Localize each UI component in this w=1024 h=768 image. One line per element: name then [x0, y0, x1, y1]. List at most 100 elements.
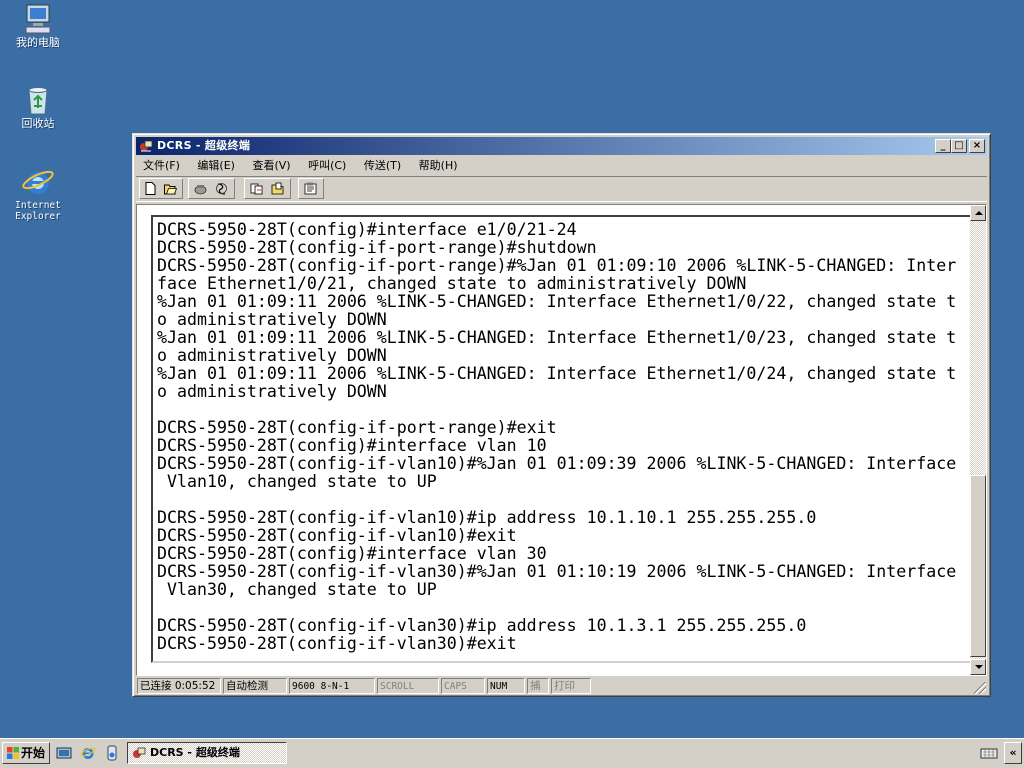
taskbar-window-label: DCRS - 超级终端 [150, 746, 240, 759]
status-detect: 自动检测 [223, 678, 287, 694]
recycle-bin-icon [21, 84, 55, 116]
keyboard-icon[interactable] [980, 742, 1000, 764]
terminal-line: DCRS-5950-28T(config-if-port-range)#%Jan… [157, 256, 957, 275]
terminal-screen[interactable]: DCRS-5950-28T(config)#interface e1/0/21-… [151, 215, 978, 663]
open-button[interactable] [162, 181, 180, 197]
hyperterminal-app-icon[interactable] [139, 139, 153, 153]
arrow-down-icon [975, 665, 983, 669]
toolbar [136, 176, 987, 202]
new-icon [145, 182, 156, 195]
call-icon [194, 185, 207, 195]
receive-button[interactable] [269, 181, 287, 197]
terminal-line: DCRS-5950-28T(config-if-vlan30)#ip addre… [157, 616, 807, 635]
window-title: DCRS - 超级终端 [157, 139, 251, 152]
terminal-line: Vlan10, changed state to UP [157, 472, 437, 491]
terminal-output[interactable]: DCRS-5950-28T(config)#interface e1/0/21-… [157, 221, 969, 657]
terminal-line: Vlan30, changed state to UP [157, 580, 437, 599]
media-icon[interactable] [104, 745, 120, 761]
disconnect-icon [216, 183, 227, 195]
toolbar-group-file [139, 178, 183, 199]
status-settings: 9600 8-N-1 [289, 678, 375, 694]
toolbar-group-properties [298, 178, 324, 199]
terminal-line: DCRS-5950-28T(config-if-vlan10)#ip addre… [157, 508, 817, 527]
menu-file[interactable]: 文件(F) [136, 156, 187, 175]
menu-view[interactable]: 查看(V) [245, 156, 297, 175]
taskbar: 开始 DCRS - 超级终端 « [0, 738, 1024, 768]
status-capture: 捕 [527, 678, 549, 694]
maximize-button[interactable]: □ [951, 139, 967, 153]
menu-help[interactable]: 帮助(H) [412, 156, 465, 175]
send-icon [250, 183, 263, 195]
maximize-icon: □ [954, 140, 964, 151]
menu-edit[interactable]: 编辑(E) [190, 156, 242, 175]
minimize-icon: _ [940, 140, 946, 151]
send-button[interactable] [248, 181, 266, 197]
status-connected: 已连接 0:05:52 [137, 678, 221, 694]
desktop-icon-internet-explorer[interactable]: Internet Explorer [0, 166, 76, 222]
start-button[interactable]: 开始 [2, 742, 50, 764]
terminal-line: o administratively DOWN [157, 310, 387, 329]
taskbar-window-button[interactable]: DCRS - 超级终端 [127, 742, 287, 764]
status-print: 打印 [551, 678, 591, 694]
start-label: 开始 [21, 746, 46, 760]
internet-explorer-icon [21, 166, 55, 198]
hyperterminal-icon [133, 747, 146, 758]
menu-transfer[interactable]: 传送(T) [357, 156, 408, 175]
tray-expand-button[interactable]: « [1004, 742, 1022, 764]
new-button[interactable] [142, 181, 160, 197]
terminal-line: DCRS-5950-28T(config-if-vlan10)#%Jan 01 … [157, 454, 957, 473]
terminal-line: DCRS-5950-28T(config)#interface vlan 30 [157, 544, 547, 563]
terminal-line: DCRS-5950-28T(config-if-port-range)#exit [157, 418, 557, 437]
terminal-line: face Ethernet1/0/21, changed state to ad… [157, 274, 747, 293]
status-bar: 已连接 0:05:52 自动检测 9600 8-N-1 SCROLL CAPS … [136, 677, 987, 695]
close-icon: × [972, 140, 982, 151]
scroll-thumb[interactable] [970, 475, 986, 657]
terminal-line: %Jan 01 01:09:11 2006 %LINK-5-CHANGED: I… [157, 364, 957, 383]
menu-bar: 文件(F) 编辑(E) 查看(V) 呼叫(C) 传送(T) 帮助(H) [136, 156, 987, 175]
desktop-icon-label: 回收站 [21, 117, 55, 130]
close-button[interactable]: × [969, 139, 985, 153]
terminal-line: %Jan 01 01:09:11 2006 %LINK-5-CHANGED: I… [157, 292, 957, 311]
terminal-line: DCRS-5950-28T(config-if-vlan10)#exit [157, 526, 517, 545]
terminal-line: o administratively DOWN [157, 346, 387, 365]
terminal-line: DCRS-5950-28T(config-if-vlan30)#%Jan 01 … [157, 562, 957, 581]
terminal-line: DCRS-5950-28T(config)#interface vlan 10 [157, 436, 547, 455]
terminal-line: %Jan 01 01:09:11 2006 %LINK-5-CHANGED: I… [157, 328, 957, 347]
properties-icon [304, 182, 317, 195]
terminal-line: o administratively DOWN [157, 382, 387, 401]
title-bar[interactable]: DCRS - 超级终端 _ □ × [136, 137, 987, 155]
show-desktop-icon[interactable] [56, 745, 72, 761]
status-scroll: SCROLL [377, 678, 439, 694]
scroll-up-button[interactable] [970, 205, 986, 221]
resize-grip[interactable] [974, 682, 986, 694]
terminal-area[interactable]: DCRS-5950-28T(config)#interface e1/0/21-… [136, 204, 987, 676]
properties-button[interactable] [302, 181, 320, 197]
windows-flag-icon [7, 747, 19, 759]
desktop-icon-my-computer[interactable]: 我的电脑 [0, 3, 76, 49]
terminal-line: DCRS-5950-28T(config-if-port-range)#shut… [157, 238, 597, 257]
toolbar-group-transfer [244, 178, 291, 199]
disconnect-button[interactable] [213, 181, 231, 197]
menu-call[interactable]: 呼叫(C) [301, 156, 353, 175]
minimize-button[interactable]: _ [935, 139, 951, 153]
hyperterminal-window: DCRS - 超级终端 _ □ × 文件(F) 编辑(E) 查看(V) 呼叫(C… [132, 133, 991, 697]
terminal-line: DCRS-5950-28T(config-if-vlan30)#exit [157, 634, 517, 653]
terminal-line: DCRS-5950-28T(config)#interface e1/0/21-… [157, 221, 577, 239]
arrow-up-icon [975, 211, 983, 215]
desktop-icon-recycle-bin[interactable]: 回收站 [0, 84, 76, 130]
receive-icon [271, 182, 284, 195]
toolbar-group-call [188, 178, 235, 199]
my-computer-icon [21, 3, 55, 35]
status-num: NUM [487, 678, 525, 694]
desktop-icon-label: Internet Explorer [15, 200, 61, 222]
internet-explorer-icon[interactable] [80, 745, 96, 761]
status-caps: CAPS [441, 678, 485, 694]
open-icon [164, 184, 177, 195]
desktop-icon-label: 我的电脑 [16, 36, 60, 49]
vertical-scrollbar[interactable] [970, 205, 986, 675]
call-button[interactable] [192, 181, 210, 197]
scroll-down-button[interactable] [970, 659, 986, 675]
